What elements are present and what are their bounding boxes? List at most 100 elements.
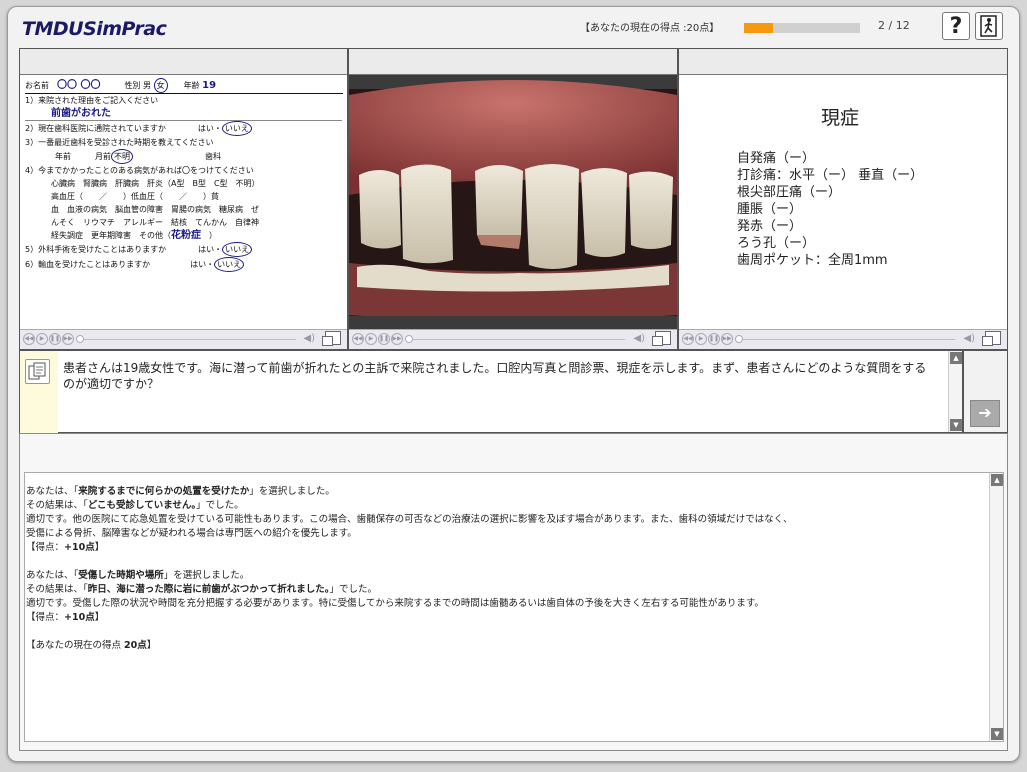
q6-yes: はい bbox=[190, 260, 207, 269]
choice-result: どこも受診していません。 bbox=[87, 500, 197, 511]
volume-icon[interactable]: ◀) bbox=[633, 333, 645, 344]
findings-panel: 現症 自発痛（ー） 打診痛：水平（ー） 垂直（ー） 根尖部圧痛（ー） 腫脹（ー）… bbox=[678, 48, 1008, 350]
seek-bar[interactable] bbox=[405, 339, 625, 340]
app-logo: TMDUSimPrac bbox=[22, 18, 167, 40]
q5-text: 5）外科手術を受けたことはありますか bbox=[25, 245, 167, 254]
points-awarded: +10点 bbox=[64, 612, 95, 623]
question-tab bbox=[20, 351, 58, 433]
q1-answer: 前歯がおれた bbox=[25, 107, 342, 121]
help-button[interactable]: ? bbox=[942, 12, 970, 40]
q6-text: 6）輸血を受けたことはありますか bbox=[25, 260, 151, 269]
panel-header bbox=[349, 49, 677, 75]
q4-other-answer: 花粉症 bbox=[171, 230, 201, 241]
feedback-area: あなたは、「来院するまでに何らかの処置を受けたか」を選択しました。 その結果は、… bbox=[19, 433, 1008, 751]
findings-content: 現症 自発痛（ー） 打診痛：水平（ー） 垂直（ー） 根尖部圧痛（ー） 腫脹（ー）… bbox=[679, 75, 1007, 330]
rewind-icon[interactable]: ◀◀ bbox=[23, 333, 35, 345]
selected-choice: 受傷した時期や場所 bbox=[78, 570, 164, 581]
rewind-icon[interactable]: ◀◀ bbox=[352, 333, 364, 345]
scroll-down-icon[interactable]: ▼ bbox=[991, 728, 1003, 740]
pause-icon[interactable]: ❚❚ bbox=[378, 333, 390, 345]
q2-no: いいえ bbox=[221, 121, 252, 136]
q3-month: 月前 bbox=[95, 152, 111, 161]
app-window: TMDUSimPrac 【あなたの現在の得点 :20点】 2 / 12 ? お名… bbox=[7, 6, 1020, 762]
next-button[interactable]: ➔ bbox=[970, 400, 1000, 427]
finding-item: 腫脹（ー） bbox=[737, 202, 803, 217]
panel-header bbox=[20, 49, 347, 75]
fullscreen-icon[interactable] bbox=[652, 331, 671, 346]
play-icon[interactable]: ▶ bbox=[365, 333, 377, 345]
media-controls: ◀◀ ▶ ❚❚ ▶▶ ◀) bbox=[679, 329, 1007, 349]
question-scrollbar[interactable]: ▲ ▼ bbox=[948, 351, 962, 432]
seek-handle[interactable] bbox=[76, 335, 84, 343]
exit-button[interactable] bbox=[975, 12, 1003, 40]
points-awarded: +10点 bbox=[64, 542, 95, 553]
explanation: 適切です。受傷した際の状況や時間を充分把握する必要があります。特に受傷してから来… bbox=[26, 598, 764, 609]
q5-yes: はい bbox=[198, 245, 215, 254]
q6-no: いいえ bbox=[214, 257, 245, 272]
q4-line4: んそく リウマチ アレルギー 結核 てんかん 自律神 bbox=[51, 218, 259, 227]
scroll-up-icon[interactable]: ▲ bbox=[991, 474, 1003, 486]
media-controls: ◀◀ ▶ ❚❚ ▶▶ ◀) bbox=[20, 329, 347, 349]
scroll-up-icon[interactable]: ▲ bbox=[950, 352, 962, 364]
question-text: 患者さんは19歳女性です。海に潜って前歯が折れたとの主訴で来院されました。口腔内… bbox=[63, 361, 927, 391]
sex-label: 性別 bbox=[124, 81, 141, 90]
sex-male: 男 bbox=[143, 81, 152, 90]
seek-handle[interactable] bbox=[405, 335, 413, 343]
forward-icon[interactable]: ▶▶ bbox=[391, 333, 403, 345]
q5-no: いいえ bbox=[222, 242, 253, 257]
total-score: 20点 bbox=[124, 640, 147, 651]
finding-item: 打診痛：水平（ー） 垂直（ー） bbox=[737, 168, 924, 183]
forward-icon[interactable]: ▶▶ bbox=[721, 333, 733, 345]
volume-icon[interactable]: ◀) bbox=[963, 333, 975, 344]
feedback-scrollbar[interactable]: ▲ ▼ bbox=[989, 473, 1003, 741]
seek-handle[interactable] bbox=[735, 335, 743, 343]
finding-item: 発赤（ー） bbox=[737, 219, 803, 234]
media-controls: ◀◀ ▶ ❚❚ ▶▶ ◀) bbox=[349, 329, 677, 349]
document-icon bbox=[25, 359, 50, 384]
intraoral-photo bbox=[349, 75, 677, 330]
header: TMDUSimPrac 【あなたの現在の得点 :20点】 2 / 12 ? bbox=[8, 7, 1019, 47]
feedback-text: あなたは、「来院するまでに何らかの処置を受けたか」を選択しました。 その結果は、… bbox=[26, 485, 976, 653]
finding-item: 歯周ポケット：全周1mm bbox=[737, 253, 888, 268]
explanation: 受傷による骨折、脳障害などが疑われる場合は専門医への紹介を優先します。 bbox=[26, 528, 357, 539]
rewind-icon[interactable]: ◀◀ bbox=[682, 333, 694, 345]
panel-header bbox=[679, 49, 1007, 75]
teeth-image bbox=[349, 75, 677, 330]
fullscreen-icon[interactable] bbox=[982, 331, 1001, 346]
finding-item: ろう孔（ー） bbox=[737, 236, 816, 251]
play-icon[interactable]: ▶ bbox=[36, 333, 48, 345]
seek-bar[interactable] bbox=[76, 339, 296, 340]
q2-yes: はい bbox=[197, 124, 214, 133]
selected-choice: 来院するまでに何らかの処置を受けたか bbox=[78, 486, 250, 497]
feedback-box: あなたは、「来院するまでに何らかの処置を受けたか」を選択しました。 その結果は、… bbox=[24, 472, 1004, 742]
photo-panel: ◀◀ ▶ ❚❚ ▶▶ ◀) bbox=[348, 48, 678, 350]
volume-icon[interactable]: ◀) bbox=[303, 333, 315, 344]
q4-line5: 経失調症 更年期障害 その他（ bbox=[51, 231, 171, 240]
choice-result: 昨日、海に潜った際に岩に前歯がぶつかって折れました。 bbox=[87, 584, 330, 595]
sex-female: 女 bbox=[153, 78, 168, 93]
progress-fill bbox=[744, 23, 773, 33]
seek-bar[interactable] bbox=[735, 339, 955, 340]
q3-unknown: 不明 bbox=[111, 149, 133, 164]
fullscreen-icon[interactable] bbox=[322, 331, 341, 346]
finding-item: 自発痛（ー） bbox=[737, 151, 816, 166]
q4-text: 4）今までかかったことのある病気があれば〇をつけてください bbox=[25, 166, 254, 175]
question-box: 患者さんは19歳女性です。海に潜って前歯が折れたとの主訴で来院されました。口腔内… bbox=[19, 350, 963, 433]
q3-year: 年前 bbox=[55, 152, 71, 161]
age-label: 年齢 bbox=[183, 81, 200, 90]
exit-door-icon bbox=[980, 15, 997, 37]
page-counter: 2 / 12 bbox=[878, 19, 910, 32]
age-value: 19 bbox=[202, 80, 217, 91]
scroll-down-icon[interactable]: ▼ bbox=[950, 419, 962, 431]
q3-dental: 歯科 bbox=[205, 152, 221, 161]
q4-line2: 高血圧（ ／ ）低血圧（ ／ ）貧 bbox=[51, 192, 219, 201]
help-icon: ? bbox=[949, 13, 963, 39]
pause-icon[interactable]: ❚❚ bbox=[708, 333, 720, 345]
q4-line3: 血 血液の病気 脳血管の障害 胃腸の病気 糖尿病 ぜ bbox=[51, 205, 259, 214]
q4-line1: 心臓病 腎臓病 肝臓病 肝炎（A型 B型 C型 不明） bbox=[51, 179, 260, 188]
arrow-right-icon: ➔ bbox=[978, 403, 992, 422]
pause-icon[interactable]: ❚❚ bbox=[49, 333, 61, 345]
play-icon[interactable]: ▶ bbox=[695, 333, 707, 345]
q1-text: 1）来院された理由をご記入ください bbox=[25, 96, 159, 105]
forward-icon[interactable]: ▶▶ bbox=[62, 333, 74, 345]
